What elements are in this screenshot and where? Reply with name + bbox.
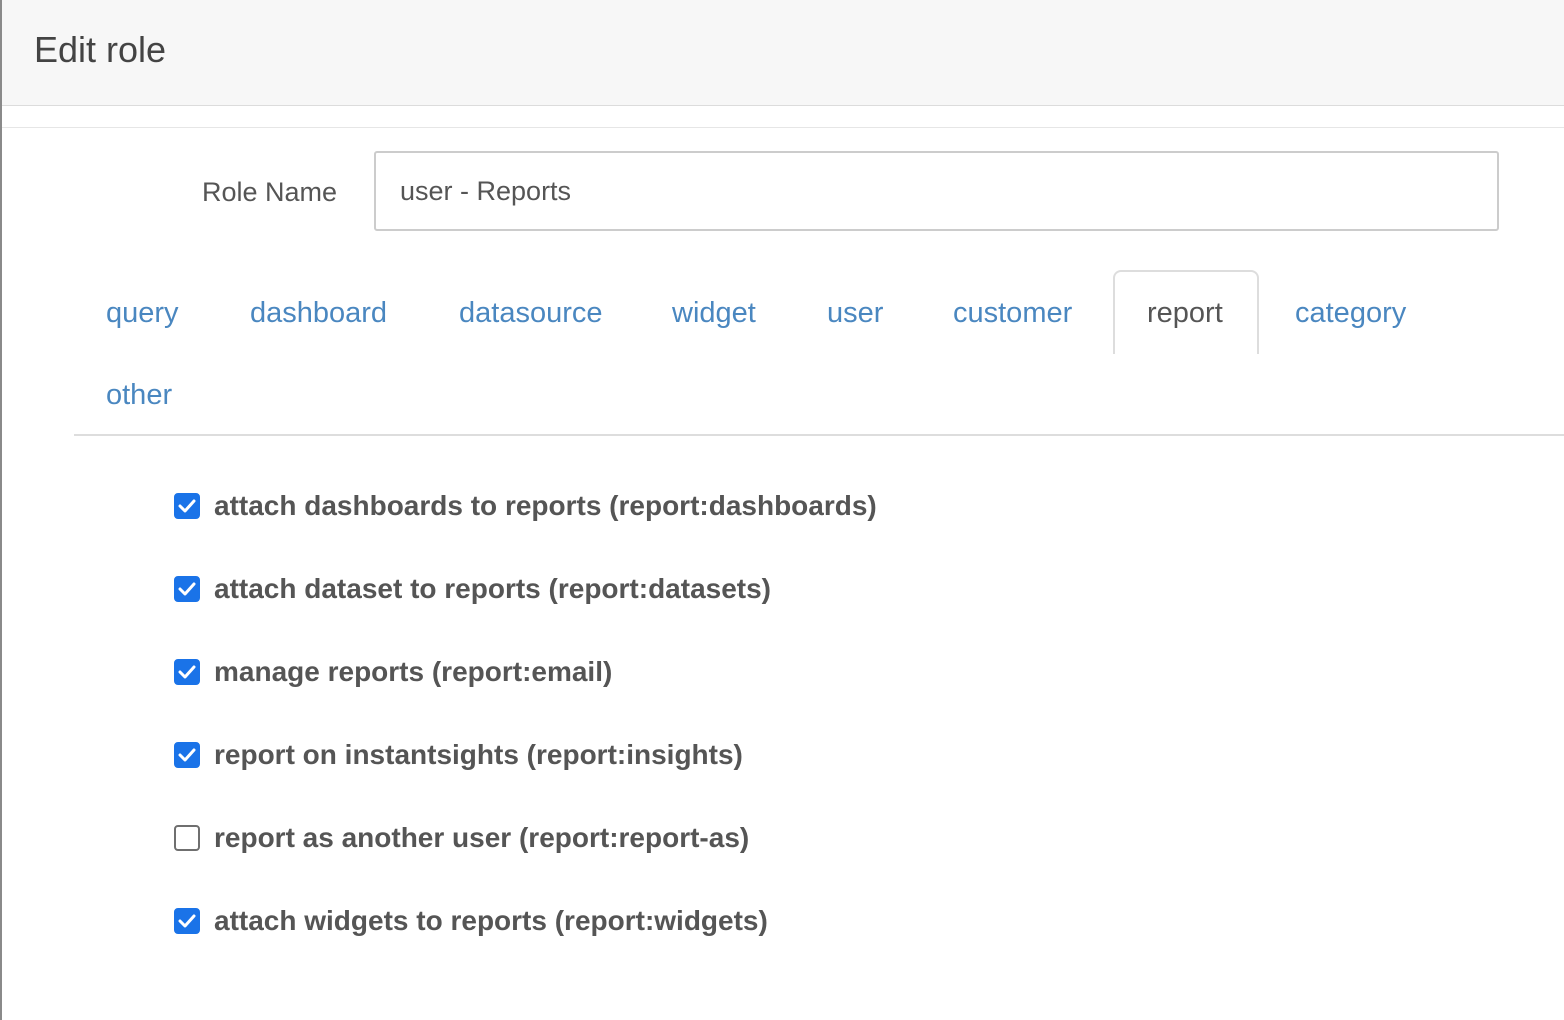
modal-title: Edit role (34, 29, 167, 70)
permission-item[interactable]: attach dataset to reports (report:datase… (174, 569, 771, 609)
checkbox[interactable] (174, 908, 200, 934)
modal-header: Edit role (2, 0, 1564, 106)
tab-customer[interactable]: customer (921, 272, 1104, 354)
check-icon (178, 499, 196, 513)
tab-user[interactable]: user (795, 272, 915, 354)
permission-item[interactable]: report on instantsights (report:insights… (174, 735, 743, 775)
edit-role-modal: Edit role Role Name query dashboard data… (0, 0, 1564, 1020)
permission-label: report on instantsights (report:insights… (214, 739, 743, 770)
tab-report[interactable]: report (1113, 270, 1259, 354)
permission-item[interactable]: attach widgets to reports (report:widget… (174, 901, 768, 941)
role-name-label: Role Name (202, 177, 338, 207)
permission-label: attach dashboards to reports (report:das… (214, 490, 877, 521)
permission-item[interactable]: attach dashboards to reports (report:das… (174, 486, 877, 526)
role-name-input[interactable] (374, 151, 1499, 231)
permission-label: attach dataset to reports (report:datase… (214, 573, 772, 604)
tab-other[interactable]: other (74, 354, 204, 436)
permission-label: attach widgets to reports (report:widget… (214, 905, 768, 936)
check-icon (178, 748, 196, 762)
permission-tabs: query dashboard datasource widget user c… (74, 270, 1564, 436)
permission-item[interactable]: report as another user (report:report-as… (174, 818, 749, 858)
checkbox[interactable] (174, 742, 200, 768)
checkbox[interactable] (174, 659, 200, 685)
tab-dashboard[interactable]: dashboard (218, 272, 419, 354)
checkbox[interactable] (174, 493, 200, 519)
check-icon (178, 914, 196, 928)
checkbox[interactable] (174, 825, 200, 851)
check-icon (178, 582, 196, 596)
permission-label: report as another user (report:report-as… (214, 822, 750, 853)
tab-widget[interactable]: widget (640, 272, 788, 354)
tab-query[interactable]: query (74, 272, 211, 354)
checkbox[interactable] (174, 576, 200, 602)
divider (2, 127, 1564, 128)
permission-item[interactable]: manage reports (report:email) (174, 652, 612, 692)
tab-category[interactable]: category (1263, 272, 1438, 354)
permission-label: manage reports (report:email) (214, 656, 613, 687)
check-icon (178, 665, 196, 679)
tab-datasource[interactable]: datasource (427, 272, 635, 354)
